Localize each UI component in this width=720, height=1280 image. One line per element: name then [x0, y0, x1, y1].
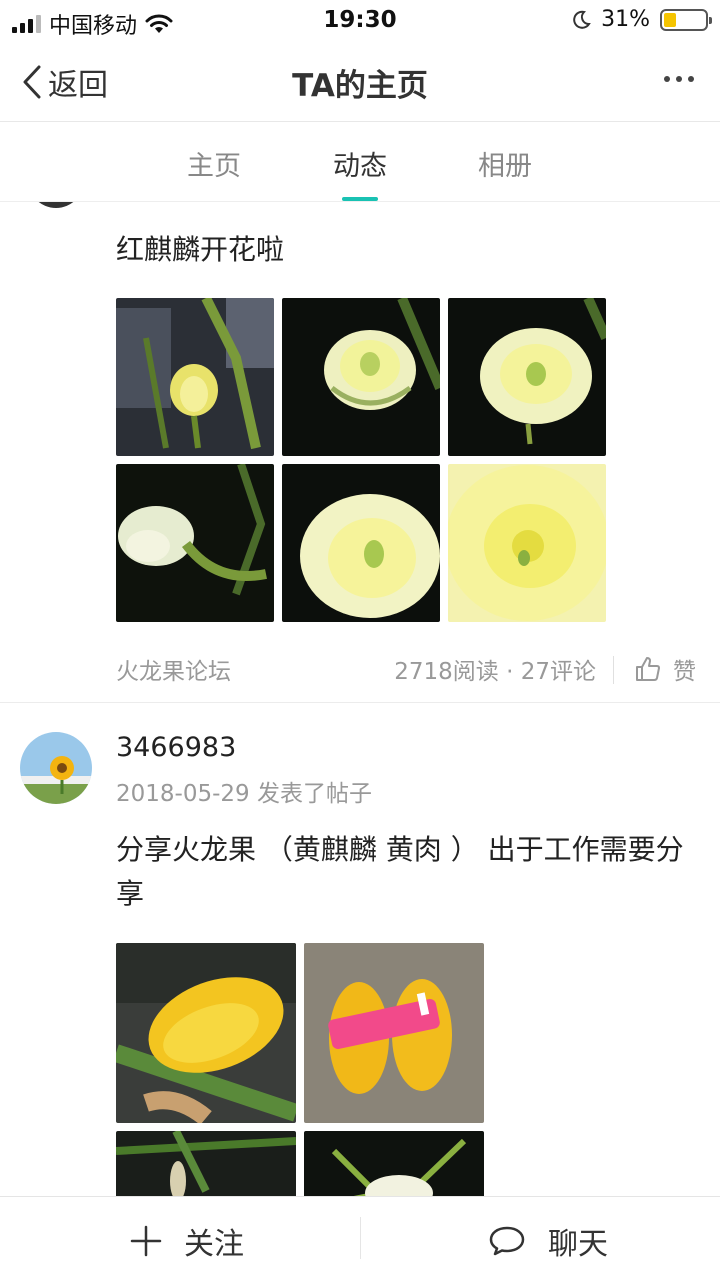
chat-label: 聊天 [548, 1227, 608, 1262]
fruit-photo[interactable] [304, 1131, 484, 1196]
chat-button[interactable]: 聊天 [488, 1219, 608, 1263]
moon-icon [573, 10, 591, 29]
thumbs-up-icon [636, 657, 660, 681]
active-tab-indicator [342, 197, 378, 201]
follow-button[interactable]: 关注 [130, 1219, 244, 1263]
status-right: 31% [571, 7, 712, 32]
flower-photo[interactable] [282, 464, 440, 622]
plus-icon [130, 1225, 162, 1257]
status-bar: 中国移动 19:30 31% [0, 0, 720, 40]
post-stats: 2718阅读 · 27评论 [394, 659, 596, 685]
post-source-link[interactable]: 火龙果论坛 [116, 652, 231, 686]
fruit-photo[interactable] [116, 943, 296, 1123]
post-date: 2018-05-29 发表了帖子 [116, 781, 372, 807]
flower-photo[interactable] [282, 298, 440, 456]
page-title: TA的主页 [292, 68, 428, 104]
flower-photo[interactable] [448, 298, 606, 456]
tab-home[interactable]: 主页 [164, 144, 264, 183]
battery-percent: 31% [601, 7, 650, 32]
avatar[interactable] [28, 202, 84, 208]
nav-bar: 返回 TA的主页 [0, 40, 720, 122]
fruit-photo[interactable] [116, 1131, 296, 1196]
chat-bubble-icon [489, 1226, 525, 1256]
divider [360, 1217, 361, 1259]
more-options-icon[interactable] [664, 76, 694, 82]
battery-icon [660, 8, 712, 31]
username[interactable]: 3466983 [116, 732, 236, 763]
bottom-bar: 关注 聊天 [0, 1196, 720, 1280]
photo-grid [116, 943, 484, 1196]
post-text[interactable]: 分享火龙果 （黄麒麟 黄肉 ） 出于工作需要分享 [116, 828, 696, 916]
follow-label: 关注 [184, 1227, 244, 1262]
like-button[interactable]: 赞 [635, 652, 696, 686]
fruit-photo[interactable] [304, 943, 484, 1123]
photo-grid [116, 298, 606, 622]
feed[interactable]: 红麒麟开花啦 火龙果论坛 2718阅读 · 27评论 赞 3466983 201… [0, 202, 720, 1196]
like-label: 赞 [673, 659, 696, 685]
flower-photo[interactable] [116, 464, 274, 622]
avatar[interactable] [20, 732, 92, 804]
divider [613, 656, 614, 684]
tab-bar: 主页 动态 相册 [0, 122, 720, 202]
flower-photo[interactable] [448, 464, 606, 622]
divider [0, 702, 720, 703]
post-meta: 火龙果论坛 2718阅读 · 27评论 赞 [116, 652, 696, 688]
flower-photo[interactable] [116, 298, 274, 456]
tab-album[interactable]: 相册 [455, 144, 555, 183]
tab-activity[interactable]: 动态 [310, 144, 410, 183]
post-text[interactable]: 红麒麟开花啦 [116, 228, 696, 272]
